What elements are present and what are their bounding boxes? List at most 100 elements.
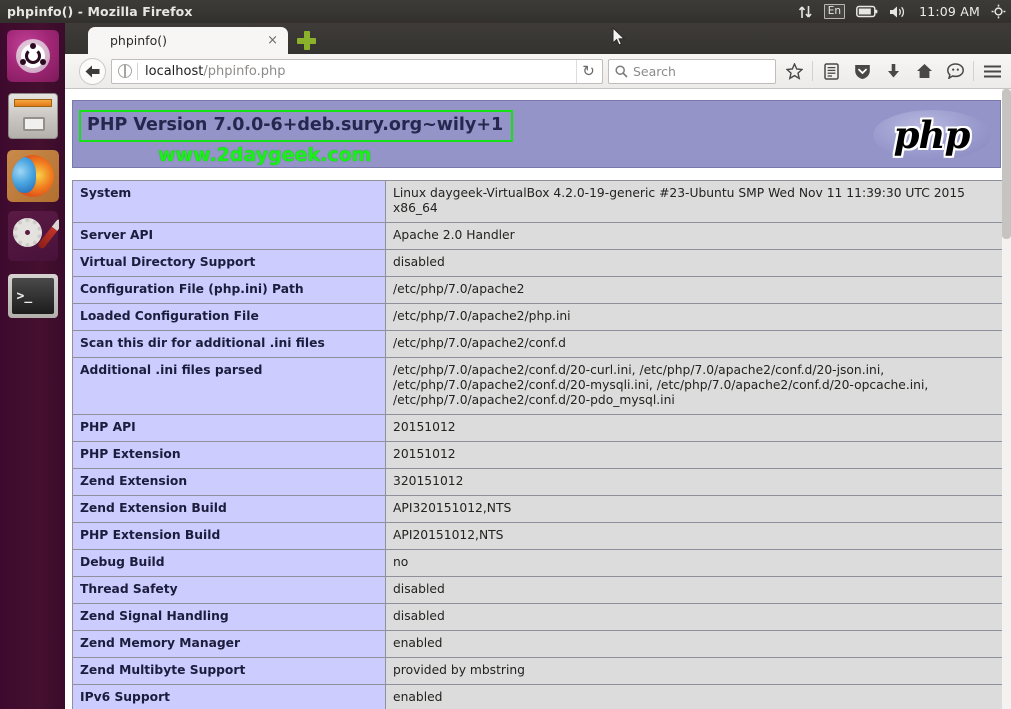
battery-icon[interactable]	[856, 5, 878, 18]
table-cell-key: Zend Signal Handling	[72, 603, 386, 631]
table-cell-value: API320151012,NTS	[385, 495, 1004, 523]
table-cell-key: Server API	[72, 222, 386, 250]
phpinfo-table-body: System Linux daygeek-VirtualBox 4.2.0-19-…	[72, 180, 1004, 709]
menu-hamburger-icon[interactable]	[979, 58, 1005, 84]
table-cell-key: Configuration File (php.ini) Path	[72, 276, 386, 304]
table-cell-value: provided by mbstring	[385, 657, 1004, 685]
table-cell-value: /etc/php/7.0/apache2	[385, 276, 1004, 304]
table-cell-value: Linux daygeek-VirtualBox 4.2.0-19-generi…	[385, 180, 1004, 223]
reader-list-icon[interactable]	[818, 58, 844, 84]
table-cell-key: System	[72, 180, 386, 223]
top-panel: phpinfo() - Mozilla Firefox En 11:09 AM	[0, 0, 1011, 23]
url-bar[interactable]: localhost/phpinfo.php ↻	[111, 58, 603, 84]
phpinfo-header: PHP Version 7.0.0-6+deb.sury.org~wily+1 …	[72, 100, 1001, 168]
php-version-highlight: PHP Version 7.0.0-6+deb.sury.org~wily+1	[79, 110, 514, 142]
table-cell-key: PHP Extension	[72, 441, 386, 469]
tab-strip: phpinfo() ×	[65, 23, 1011, 54]
system-settings-icon	[7, 211, 59, 261]
close-icon[interactable]: ×	[267, 33, 278, 48]
table-cell-key: Additional .ini files parsed	[72, 357, 386, 415]
table-cell-value: no	[385, 549, 1004, 577]
launcher-item-system-settings[interactable]	[7, 210, 59, 262]
window-title: phpinfo() - Mozilla Firefox	[7, 4, 193, 19]
files-icon	[7, 93, 58, 139]
table-cell-key: Scan this dir for additional .ini files	[72, 330, 386, 358]
navigation-toolbar: localhost/phpinfo.php ↻ Search	[65, 54, 1011, 89]
table-row: IPv6 Support enabled	[72, 684, 1004, 709]
new-tab-button[interactable]	[297, 31, 316, 50]
table-cell-value: API20151012,NTS	[385, 522, 1004, 550]
pocket-shield-icon[interactable]	[849, 58, 875, 84]
bookmark-star-icon[interactable]	[781, 58, 807, 84]
url-divider	[137, 62, 138, 80]
php-logo-text: php	[893, 113, 971, 157]
desktop-screen: phpinfo() - Mozilla Firefox En 11:09 AM	[0, 0, 1011, 709]
table-cell-value: /etc/php/7.0/apache2/php.ini	[385, 303, 1004, 331]
phpinfo-table: System Linux daygeek-VirtualBox 4.2.0-19-…	[72, 180, 1004, 709]
launcher-item-firefox[interactable]	[6, 150, 59, 202]
table-row: Zend Extension Build API320151012,NTS	[72, 495, 1004, 523]
table-row: Scan this dir for additional .ini files /…	[72, 330, 1004, 358]
table-cell-key: Zend Extension	[72, 468, 386, 496]
launcher-item-ubuntu-dash[interactable]	[6, 30, 59, 82]
url-text: localhost/phpinfo.php	[145, 64, 286, 79]
network-up-down-icon[interactable]	[798, 5, 813, 19]
table-row: PHP Extension 20151012	[72, 441, 1004, 469]
table-row: Debug Build no	[72, 549, 1004, 577]
table-cell-value: 20151012	[385, 441, 1004, 469]
table-row: Virtual Directory Support disabled	[72, 249, 1004, 277]
table-cell-key: Zend Memory Manager	[72, 630, 386, 658]
table-cell-key: Virtual Directory Support	[72, 249, 386, 277]
gear-icon[interactable]	[991, 4, 1006, 19]
tab-label: phpinfo()	[110, 33, 167, 48]
toolbar-divider-2	[973, 61, 974, 81]
reload-icon[interactable]: ↻	[576, 59, 600, 83]
page-viewport: PHP Version 7.0.0-6+deb.sury.org~wily+1 …	[65, 89, 1011, 709]
table-cell-value: disabled	[385, 603, 1004, 631]
table-row: PHP API 20151012	[72, 414, 1004, 442]
table-cell-value: /etc/php/7.0/apache2/conf.d/20-curl.ini,…	[385, 357, 1004, 415]
back-button[interactable]	[79, 57, 106, 85]
vertical-scrollbar[interactable]	[1002, 89, 1011, 709]
table-cell-key: PHP Extension Build	[72, 522, 386, 550]
scrollbar-thumb[interactable]	[1002, 89, 1011, 239]
table-row: Zend Signal Handling disabled	[72, 603, 1004, 631]
unity-launcher: >_	[0, 23, 65, 709]
downloads-icon[interactable]	[880, 58, 906, 84]
table-cell-value: Apache 2.0 Handler	[385, 222, 1004, 250]
home-icon[interactable]	[911, 58, 937, 84]
table-row: Additional .ini files parsed/etc/php/7.0…	[72, 357, 1004, 415]
hello-chat-icon[interactable]	[942, 58, 968, 84]
table-row: Zend Memory Manager enabled	[72, 630, 1004, 658]
table-cell-value: disabled	[385, 576, 1004, 604]
keyboard-language-indicator[interactable]: En	[823, 4, 846, 19]
table-cell-key: Zend Multibyte Support	[72, 657, 386, 685]
table-cell-key: Zend Extension Build	[72, 495, 386, 523]
terminal-icon: >_	[7, 274, 58, 318]
clock[interactable]: 11:09 AM	[919, 4, 980, 19]
table-cell-value: enabled	[385, 630, 1004, 658]
table-row: Zend Extension 320151012	[72, 468, 1004, 496]
table-cell-value: 320151012	[385, 468, 1004, 496]
globe-icon	[118, 64, 132, 78]
php-logo: php	[869, 108, 994, 162]
table-cell-value: enabled	[385, 684, 1004, 709]
watermark-text: www.2daygeek.com	[158, 144, 372, 166]
search-icon	[615, 64, 628, 78]
search-placeholder: Search	[633, 63, 676, 79]
php-version-text: PHP Version 7.0.0-6+deb.sury.org~wily+1	[87, 115, 504, 135]
table-cell-key: Loaded Configuration File	[72, 303, 386, 331]
table-cell-value: disabled	[385, 249, 1004, 277]
ubuntu-dash-icon	[6, 30, 59, 82]
table-cell-key: Thread Safety	[72, 576, 386, 604]
tab-phpinfo[interactable]: phpinfo() ×	[88, 27, 288, 54]
table-cell-value: 20151012	[385, 414, 1004, 442]
table-row: PHP Extension Build API20151012,NTS	[72, 522, 1004, 550]
launcher-item-terminal[interactable]: >_	[7, 270, 59, 322]
table-row: Zend Multibyte Support provided by mbstri…	[72, 657, 1004, 685]
volume-icon[interactable]	[889, 5, 908, 19]
launcher-item-files[interactable]	[7, 90, 59, 142]
search-input[interactable]: Search	[608, 58, 776, 84]
toolbar-divider	[812, 61, 813, 81]
url-host: localhost	[145, 63, 204, 79]
